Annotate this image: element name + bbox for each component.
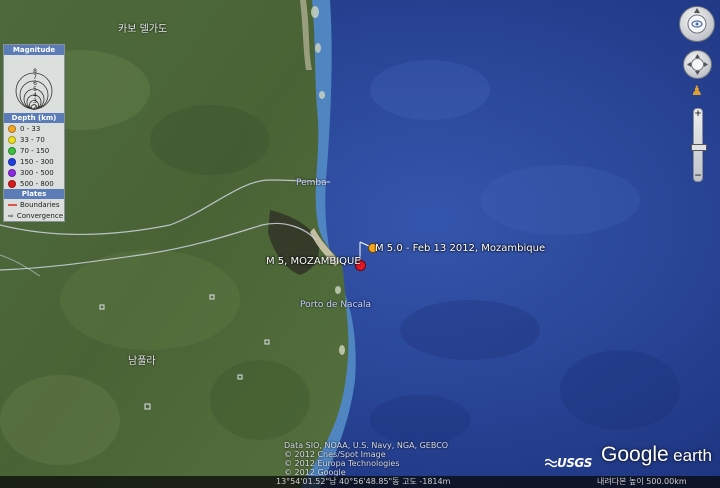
usgs-wave-icon [545,458,557,468]
zoom-out-button[interactable]: − [693,171,703,181]
depth-dot-icon [8,179,16,188]
depth-dot-icon [8,135,16,144]
usgs-logo: USGS [545,456,592,470]
depth-label: 0 - 33 [20,124,41,133]
map-viewport[interactable]: 카보 델가도 남풀라 Pemba Porto de Nacala M 5.0 -… [0,0,720,488]
legend-panel: Magnitude 8 7 6 5 4 3 2 Depth (km) 0 - 3… [3,44,65,222]
depth-row: 70 - 150 [4,145,64,156]
status-bar: 13°54'01.52"남 40°56'48.85"동 고도 -1814m 내려… [0,476,720,488]
attribution: Data SIO, NOAA, U.S. Navy, NGA, GEBCO © … [284,441,448,477]
magnitude-2: 2 [33,104,37,111]
earthquake-label-feb13[interactable]: M 5.0 - Feb 13 2012, Mozambique [375,243,545,254]
zoom-slider[interactable]: + − [691,108,707,182]
boundary-line-icon [8,203,17,206]
earth-wordmark: earth [673,446,712,465]
depth-row: 500 - 800 [4,178,64,189]
depth-label: 150 - 300 [20,157,54,166]
city-label-north[interactable]: Pemba [296,178,327,188]
legend-magnitude-title: Magnitude [4,45,64,55]
attribution-line: Data SIO, NOAA, U.S. Navy, NGA, GEBCO [284,441,449,450]
compass-look-icon [687,8,707,34]
cursor-coordinates: 13°54'01.52"남 40°56'48.85"동 고도 -1814m [276,477,451,486]
plates-row: Boundaries [4,199,64,210]
depth-dot-icon [8,168,16,177]
depth-dot-icon [8,146,16,155]
depth-label: 300 - 500 [20,168,54,177]
depth-dot-icon [8,157,16,166]
plates-label: Convergence [16,211,64,220]
eye-altitude: 내려다본 높이 500.00km [597,477,687,486]
zoom-slider-thumb[interactable] [691,144,707,152]
depth-row: 0 - 33 [4,123,64,134]
legend-plates-title: Plates [4,189,64,199]
depth-row: 300 - 500 [4,167,64,178]
city-label-south[interactable]: Porto de Nacala [300,300,371,310]
move-pan-control[interactable] [683,50,712,79]
depth-row: 33 - 70 [4,134,64,145]
depth-label: 33 - 70 [20,135,45,144]
plates-label: Boundaries [20,200,60,209]
depth-label: 70 - 150 [20,146,50,155]
move-pan-icon [687,54,708,75]
usgs-text: USGS [557,456,592,470]
street-view-pegman-icon[interactable]: ♟ [691,84,703,99]
magnitude-scale: 8 7 6 5 4 3 2 [4,55,64,113]
zoom-in-button[interactable]: + [693,109,703,119]
place-label-cabo-delgado: 카보 델가도 [118,24,168,35]
depth-dot-icon [8,124,16,133]
convergence-arrow-icon: ⇨ [8,211,14,220]
place-label-nampula: 남풀라 [128,356,156,367]
depth-row: 150 - 300 [4,156,64,167]
google-wordmark: Google [601,443,669,466]
earthquake-label-mozambique[interactable]: M 5, MOZAMBIQUE [266,256,361,267]
attribution-line: © 2012 Cnes/Spot Image [284,450,386,459]
plates-row: ⇨ Convergence [4,210,64,221]
depth-label: 500 - 800 [20,179,54,188]
compass-look-control[interactable] [679,6,715,42]
google-earth-logo: Google earth [601,443,712,467]
legend-depth-title: Depth (km) [4,113,64,123]
attribution-line: © 2012 Europa Technologies [284,459,400,468]
